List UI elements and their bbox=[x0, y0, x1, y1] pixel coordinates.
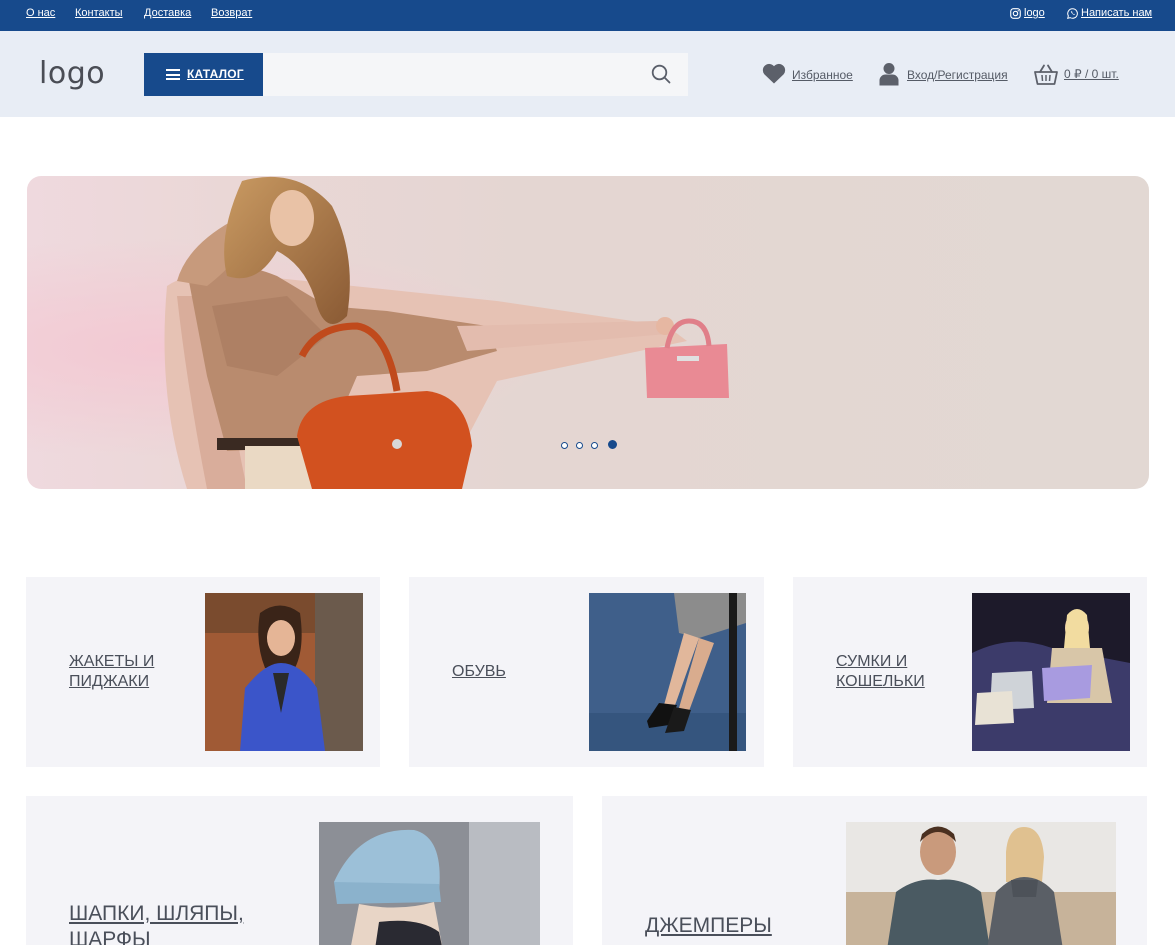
site-logo[interactable]: logo bbox=[39, 56, 105, 91]
heart-icon bbox=[762, 63, 786, 84]
whatsapp-icon bbox=[1067, 8, 1078, 19]
topbar-link-about[interactable]: О нас bbox=[26, 7, 55, 19]
category-image-shoes[interactable] bbox=[589, 593, 746, 751]
category-image-hats[interactable] bbox=[319, 822, 540, 945]
hero-banner[interactable] bbox=[27, 176, 1149, 489]
instagram-icon bbox=[1010, 8, 1021, 19]
category-label[interactable]: Сумки и кошельки bbox=[836, 652, 956, 692]
topbar-link-contacts[interactable]: Контакты bbox=[75, 7, 123, 19]
slider-dot-active[interactable] bbox=[608, 440, 617, 449]
category-label[interactable]: Обувь bbox=[452, 662, 506, 682]
catalog-label: КАТАЛОГ bbox=[187, 67, 244, 81]
category-card-hats[interactable]: Шапки, шляпы, шарфы bbox=[26, 796, 573, 945]
slider-dot[interactable] bbox=[561, 442, 568, 449]
whatsapp-link[interactable]: Написать нам bbox=[1081, 7, 1152, 19]
search-input[interactable] bbox=[263, 53, 688, 96]
category-image-jumpers[interactable] bbox=[846, 822, 1116, 945]
category-card-jackets[interactable]: Жакеты и пиджаки bbox=[26, 577, 380, 767]
category-label[interactable]: Джемперы bbox=[645, 913, 772, 939]
slider-dot[interactable] bbox=[576, 442, 583, 449]
category-label[interactable]: Жакеты и пиджаки bbox=[69, 652, 189, 692]
site-header: logo КАТАЛОГ Избранное Вход/Регистрация … bbox=[0, 31, 1175, 117]
hero-banner-image bbox=[27, 176, 1149, 489]
top-bar: О нас Контакты Доставка Возврат logo Нап… bbox=[0, 0, 1175, 31]
category-card-bags[interactable]: Сумки и кошельки bbox=[793, 577, 1147, 767]
user-icon bbox=[879, 63, 899, 86]
catalog-button[interactable]: КАТАЛОГ bbox=[144, 53, 263, 96]
topbar-link-delivery[interactable]: Доставка bbox=[144, 7, 191, 19]
category-card-jumpers[interactable]: Джемперы bbox=[602, 796, 1147, 945]
category-card-shoes[interactable]: Обувь bbox=[409, 577, 764, 767]
login-register-link[interactable]: Вход/Регистрация bbox=[907, 68, 1008, 82]
category-image-jackets[interactable] bbox=[205, 593, 363, 751]
cart-link[interactable]: 0 ₽ / 0 шт. bbox=[1064, 67, 1119, 81]
basket-icon bbox=[1034, 64, 1058, 85]
search-icon[interactable] bbox=[651, 64, 671, 84]
category-image-bags[interactable] bbox=[972, 593, 1130, 751]
topbar-link-returns[interactable]: Возврат bbox=[211, 7, 252, 19]
favorites-link[interactable]: Избранное bbox=[792, 68, 853, 82]
category-label[interactable]: Шапки, шляпы, шарфы bbox=[69, 901, 269, 945]
menu-icon bbox=[166, 69, 180, 80]
instagram-link[interactable]: logo bbox=[1024, 7, 1045, 19]
slider-dot[interactable] bbox=[591, 442, 598, 449]
